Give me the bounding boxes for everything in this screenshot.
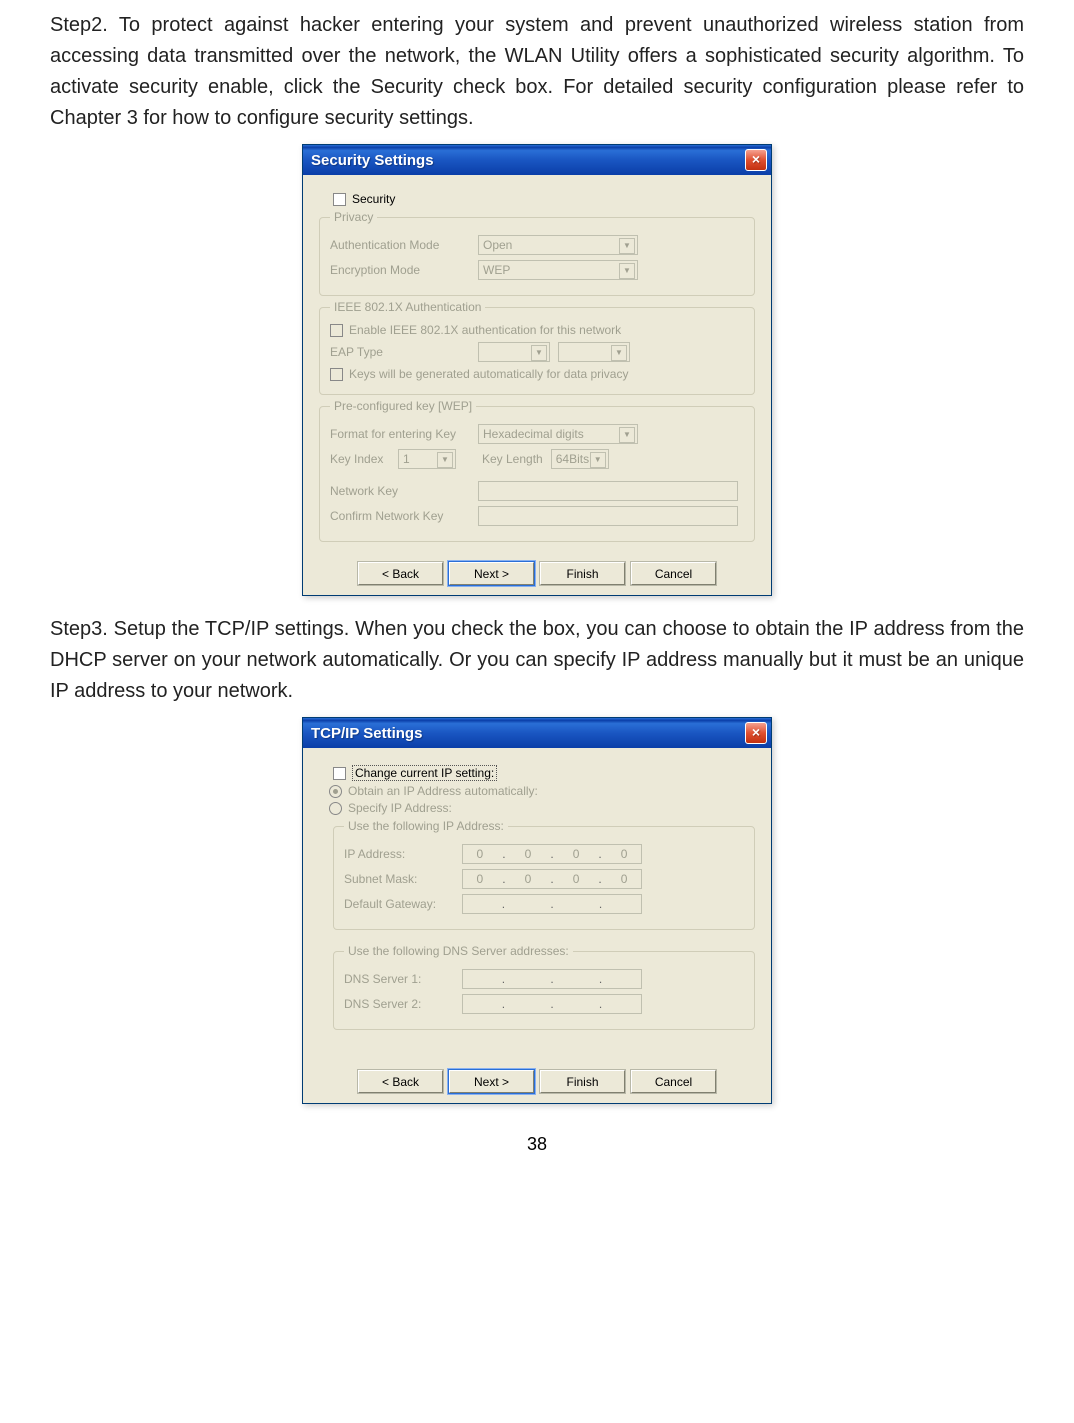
dns2-input[interactable]: . . . bbox=[462, 994, 642, 1014]
finish-button[interactable]: Finish bbox=[540, 562, 625, 585]
network-key-label: Network Key bbox=[330, 484, 470, 498]
confirm-key-input[interactable] bbox=[478, 506, 738, 526]
titlebar: Security Settings × bbox=[303, 145, 771, 175]
ieee-legend: IEEE 802.1X Authentication bbox=[330, 300, 485, 314]
dns1-input[interactable]: . . . bbox=[462, 969, 642, 989]
keys-auto-label: Keys will be generated automatically for… bbox=[349, 367, 628, 381]
cancel-button[interactable]: Cancel bbox=[631, 1070, 716, 1093]
key-length-select[interactable]: 64Bits bbox=[551, 449, 609, 469]
gateway-input[interactable]: . . . bbox=[462, 894, 642, 914]
dialog-title: TCP/IP Settings bbox=[311, 725, 745, 742]
format-label: Format for entering Key bbox=[330, 427, 470, 441]
obtain-ip-radio[interactable] bbox=[329, 785, 342, 798]
eap-type-select-2[interactable] bbox=[558, 342, 630, 362]
step2-paragraph: Step2. To protect against hacker enterin… bbox=[50, 10, 1024, 134]
enc-mode-label: Encryption Mode bbox=[330, 263, 470, 277]
key-length-label: Key Length bbox=[482, 452, 543, 466]
keys-auto-checkbox[interactable] bbox=[330, 368, 343, 381]
next-button[interactable]: Next > bbox=[449, 1070, 534, 1093]
gateway-label: Default Gateway: bbox=[344, 897, 454, 911]
privacy-fieldset: Privacy Authentication Mode Open Encrypt… bbox=[319, 210, 755, 296]
security-checkbox[interactable] bbox=[333, 193, 346, 206]
ip-fieldset: Use the following IP Address: IP Address… bbox=[333, 819, 755, 930]
wep-fieldset: Pre-configured key [WEP] Format for ente… bbox=[319, 399, 755, 542]
confirm-key-label: Confirm Network Key bbox=[330, 509, 470, 523]
wep-legend: Pre-configured key [WEP] bbox=[330, 399, 476, 413]
dns-legend: Use the following DNS Server addresses: bbox=[344, 944, 573, 958]
subnet-label: Subnet Mask: bbox=[344, 872, 454, 886]
enable-ieee-label: Enable IEEE 802.1X authentication for th… bbox=[349, 323, 621, 337]
page-number: 38 bbox=[50, 1134, 1024, 1155]
titlebar: TCP/IP Settings × bbox=[303, 718, 771, 748]
ip-address-input[interactable]: 0. 0. 0. 0 bbox=[462, 844, 642, 864]
specify-ip-label: Specify IP Address: bbox=[348, 801, 452, 815]
step3-paragraph: Step3. Setup the TCP/IP settings. When y… bbox=[50, 614, 1024, 707]
security-label: Security bbox=[352, 192, 395, 206]
back-button[interactable]: < Back bbox=[358, 562, 443, 585]
eap-type-select[interactable] bbox=[478, 342, 550, 362]
ieee-fieldset: IEEE 802.1X Authentication Enable IEEE 8… bbox=[319, 300, 755, 395]
tcpip-settings-dialog: TCP/IP Settings × Change current IP sett… bbox=[302, 717, 772, 1104]
close-icon[interactable]: × bbox=[745, 149, 767, 171]
dns1-label: DNS Server 1: bbox=[344, 972, 454, 986]
format-select[interactable]: Hexadecimal digits bbox=[478, 424, 638, 444]
privacy-legend: Privacy bbox=[330, 210, 377, 224]
change-ip-checkbox[interactable] bbox=[333, 767, 346, 780]
cancel-button[interactable]: Cancel bbox=[631, 562, 716, 585]
ip-address-label: IP Address: bbox=[344, 847, 454, 861]
subnet-input[interactable]: 0. 0. 0. 0 bbox=[462, 869, 642, 889]
eap-type-label: EAP Type bbox=[330, 345, 470, 359]
key-index-select[interactable]: 1 bbox=[398, 449, 456, 469]
dns2-label: DNS Server 2: bbox=[344, 997, 454, 1011]
obtain-ip-label: Obtain an IP Address automatically: bbox=[348, 784, 538, 798]
key-index-label: Key Index bbox=[330, 452, 390, 466]
finish-button[interactable]: Finish bbox=[540, 1070, 625, 1093]
change-ip-label: Change current IP setting: bbox=[352, 765, 497, 781]
dialog-title: Security Settings bbox=[311, 152, 745, 169]
auth-mode-select[interactable]: Open bbox=[478, 235, 638, 255]
network-key-input[interactable] bbox=[478, 481, 738, 501]
dns-fieldset: Use the following DNS Server addresses: … bbox=[333, 944, 755, 1030]
close-icon[interactable]: × bbox=[745, 722, 767, 744]
security-settings-dialog: Security Settings × Security Privacy Aut… bbox=[302, 144, 772, 596]
back-button[interactable]: < Back bbox=[358, 1070, 443, 1093]
next-button[interactable]: Next > bbox=[449, 562, 534, 585]
ip-legend: Use the following IP Address: bbox=[344, 819, 508, 833]
auth-mode-label: Authentication Mode bbox=[330, 238, 470, 252]
enc-mode-select[interactable]: WEP bbox=[478, 260, 638, 280]
specify-ip-radio[interactable] bbox=[329, 802, 342, 815]
enable-ieee-checkbox[interactable] bbox=[330, 324, 343, 337]
